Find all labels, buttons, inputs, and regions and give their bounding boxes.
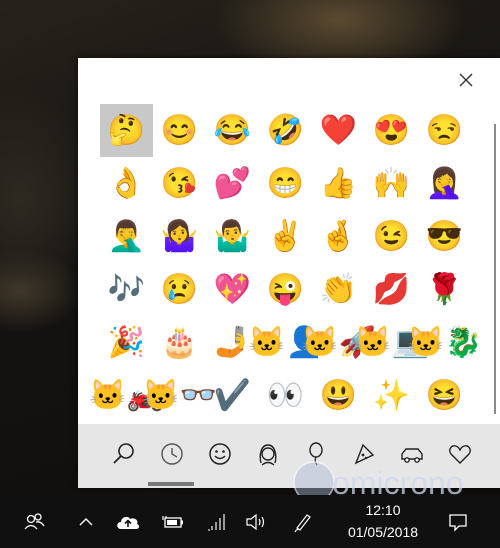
recent-category-tab[interactable] [150, 432, 194, 476]
people-button[interactable] [14, 495, 54, 548]
people-category-tab[interactable] [246, 432, 290, 476]
emoji-panel: 🤔 😊 😂 🤣 ❤️ 😍 😒 👌 😘 💕 😁 👍 🙌 🤦‍♀️ 🤦‍♂️ 🤷‍♀️ 🤷‍♂️ ✌️ 🤞 😉 😎 🎶 😢 💖 😜 👏… [78, 58, 500, 488]
emoji-cell[interactable]: 🤣 [259, 104, 312, 157]
car-icon [401, 448, 423, 463]
emoji-cell[interactable]: 🙌 [365, 157, 418, 210]
celebration-category-tab[interactable] [294, 432, 338, 476]
emoji-cell[interactable]: 🌹 [418, 263, 471, 316]
emoji-cell[interactable]: 😂 [206, 104, 259, 157]
pizza-icon [354, 443, 375, 465]
wifi-icon [208, 513, 225, 531]
symbols-category-tab[interactable] [438, 432, 482, 476]
emoji-cell[interactable]: 🐱‍🐉 [407, 316, 482, 369]
emoji-cell[interactable]: 😁 [259, 157, 312, 210]
close-icon [459, 73, 473, 87]
emoji-cell[interactable]: 🤔 [100, 104, 153, 157]
clock[interactable]: 12:10 01/05/2018 [336, 499, 430, 543]
battery-button[interactable] [156, 495, 188, 548]
smiley-icon [209, 443, 231, 465]
emoji-cell[interactable]: 🎉 [100, 316, 153, 369]
emoji-cell[interactable]: 🎂 [153, 316, 206, 369]
person-icon [259, 444, 277, 466]
emoji-cell[interactable]: 🎶 [100, 263, 153, 316]
notifications-icon [449, 513, 467, 532]
emoji-cell[interactable]: 😍 [365, 104, 418, 157]
people-icon [24, 512, 45, 529]
clock-date: 01/05/2018 [347, 524, 419, 540]
emoji-cell[interactable]: 😉 [365, 210, 418, 263]
emoji-cell[interactable]: 🐱‍👓 [142, 369, 217, 422]
pen-icon [294, 513, 311, 532]
taskbar: 12:10 01/05/2018 [0, 495, 500, 548]
emoji-cell[interactable]: 🤦‍♂️ [100, 210, 153, 263]
emoji-cell[interactable]: 😆 [418, 369, 471, 422]
emoji-cell[interactable]: 👌 [100, 157, 153, 210]
emoji-cell[interactable]: ✨ [365, 369, 418, 422]
category-bar [78, 424, 500, 488]
scrollbar[interactable] [494, 124, 496, 414]
clock-icon [161, 443, 183, 465]
emoji-cell[interactable]: 💋 [365, 263, 418, 316]
cloud-upload-icon [117, 516, 140, 529]
onedrive-button[interactable] [112, 495, 144, 548]
emoji-cell[interactable]: 😊 [153, 104, 206, 157]
emoji-cell[interactable]: 🤷‍♂️ [206, 210, 259, 263]
clock-time: 12:10 [365, 502, 401, 518]
chevron-up-icon [79, 517, 93, 525]
emoji-cell[interactable]: 👍 [312, 157, 365, 210]
emoji-cell[interactable]: ✔️ [206, 369, 259, 422]
volume-icon [246, 513, 265, 530]
emoji-cell[interactable]: 💕 [206, 157, 259, 210]
emoji-cell[interactable]: 💖 [206, 263, 259, 316]
emoji-cell[interactable]: 🤷‍♀️ [153, 210, 206, 263]
emoji-cell[interactable]: 🤦‍♀️ [418, 157, 471, 210]
emoji-cell[interactable]: 😘 [153, 157, 206, 210]
emoji-cell[interactable]: 👀 [259, 369, 312, 422]
show-hidden-icons-button[interactable] [72, 495, 100, 548]
search-icon [113, 443, 134, 464]
windows-ink-button[interactable] [286, 495, 318, 548]
balloon-icon [309, 442, 323, 466]
emoji-cell[interactable]: 🤞 [312, 210, 365, 263]
action-center-button[interactable] [440, 495, 476, 548]
emoji-cell[interactable]: 😒 [418, 104, 471, 157]
heart-icon [449, 445, 471, 464]
emoji-cell[interactable]: 😢 [153, 263, 206, 316]
search-category-tab[interactable] [102, 432, 146, 476]
emoji-cell[interactable]: 👏 [312, 263, 365, 316]
network-button[interactable] [200, 495, 232, 548]
emoji-cell[interactable]: ✌️ [259, 210, 312, 263]
close-button[interactable] [452, 66, 480, 94]
emoji-grid: 🤔 😊 😂 🤣 ❤️ 😍 😒 👌 😘 💕 😁 👍 🙌 🤦‍♀️ 🤦‍♂️ 🤷‍♀️ 🤷‍♂️ ✌️ 🤞 😉 😎 🎶 😢 💖 😜 👏… [89, 104, 482, 422]
emoji-cell[interactable]: 😃 [312, 369, 365, 422]
emoji-cell[interactable]: ❤️ [312, 104, 365, 157]
food-category-tab[interactable] [342, 432, 386, 476]
emoji-cell[interactable]: 😜 [259, 263, 312, 316]
active-category-indicator [148, 482, 194, 486]
volume-button[interactable] [240, 495, 272, 548]
transport-category-tab[interactable] [390, 432, 434, 476]
battery-plug-icon [162, 515, 183, 528]
emoji-cell[interactable]: 😎 [418, 210, 471, 263]
smiley-category-tab[interactable] [198, 432, 242, 476]
